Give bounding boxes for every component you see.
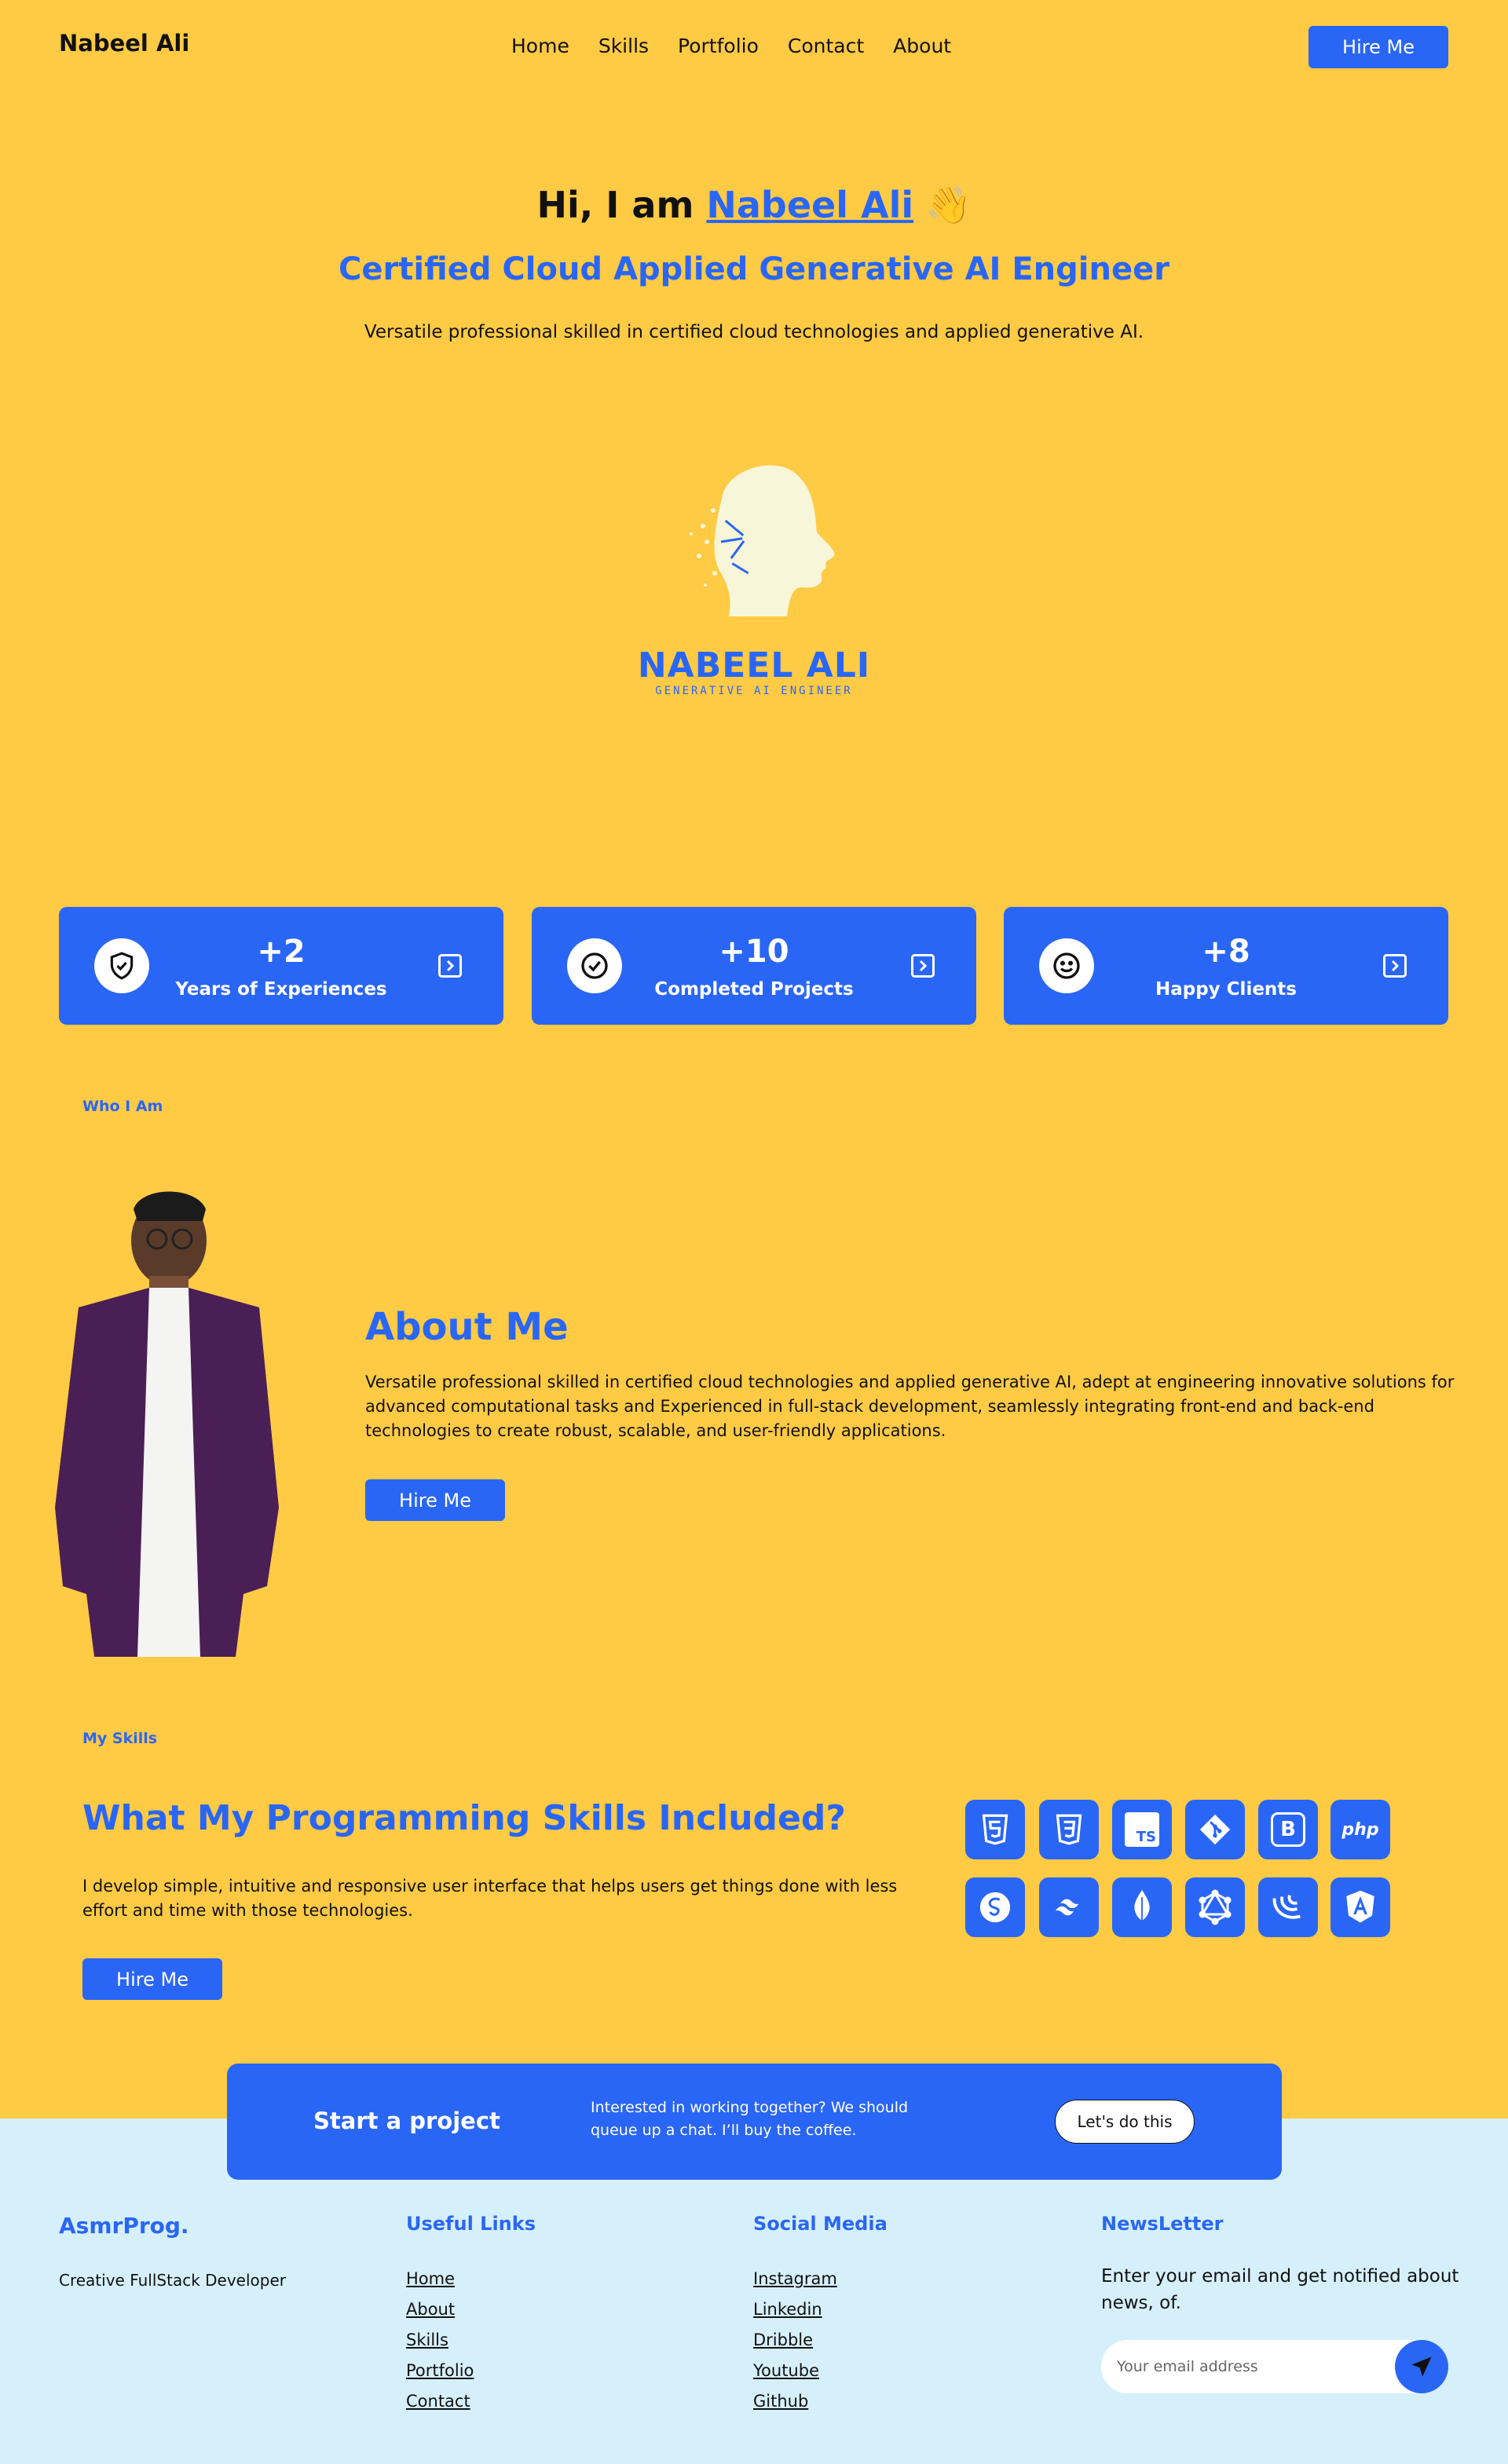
social-youtube[interactable]: Youtube [753, 2361, 819, 2380]
brand-name[interactable]: Nabeel Ali [59, 30, 189, 57]
stat-card-experience[interactable]: +2 Years of Experiences [59, 907, 503, 1025]
nav-skills[interactable]: Skills [598, 35, 649, 57]
graphql-icon[interactable] [1185, 1877, 1245, 1937]
about-text: Versatile professional skilled in certif… [365, 1373, 1455, 1440]
chevron-right-box-icon[interactable] [1381, 952, 1409, 980]
main-menu: Home Skills Portfolio Contact About [511, 35, 951, 57]
cta-button[interactable]: Let's do this [1055, 2100, 1195, 2144]
typescript-icon[interactable]: TS [1112, 1800, 1172, 1859]
chevron-right-box-icon[interactable] [436, 952, 464, 980]
footer-tagline: Creative FullStack Developer [59, 2271, 286, 2290]
chevron-right-box-icon[interactable] [909, 952, 937, 980]
stat-label: Years of Experiences [175, 979, 387, 1000]
social-linkedin[interactable]: Linkedin [753, 2300, 822, 2319]
stat-label: Completed Projects [654, 979, 854, 1000]
skills-tag: My Skills [82, 1730, 158, 1747]
html5-icon[interactable] [965, 1800, 1025, 1859]
stat-card-projects[interactable]: +10 Completed Projects [532, 907, 976, 1025]
social-github[interactable]: Github [753, 2392, 808, 2411]
skills-title: What My Programming Skills Included? [82, 1798, 846, 1838]
footer-link-home[interactable]: Home [406, 2269, 455, 2288]
about-title: About Me [365, 1305, 569, 1349]
cta-text: Interested in working together? We shoul… [591, 2099, 909, 2139]
nav-home[interactable]: Home [511, 35, 569, 57]
top-nav: Nabeel Ali Home Skills Portfolio Contact… [0, 0, 1508, 94]
about-tag: Who I Am [82, 1098, 163, 1115]
hero-description: Versatile professional skilled in certif… [364, 322, 1144, 342]
tailwind-icon[interactable] [1039, 1877, 1099, 1937]
greeting-text: Hi, I am [536, 184, 694, 226]
nav-about[interactable]: About [893, 35, 951, 57]
php-label: php [1341, 1819, 1379, 1840]
email-input[interactable] [1117, 2356, 1384, 2378]
mongodb-icon[interactable] [1112, 1877, 1172, 1937]
hero-name-link[interactable]: Nabeel Ali [706, 184, 913, 226]
nav-contact[interactable]: Contact [788, 35, 864, 57]
profile-photo [31, 1178, 298, 1657]
stat-card-clients[interactable]: +8 Happy Clients [1004, 907, 1448, 1025]
footer-link-about[interactable]: About [406, 2300, 455, 2319]
nav-portfolio[interactable]: Portfolio [678, 35, 759, 57]
nav-hire-button[interactable]: Hire Me [1309, 26, 1448, 68]
logo-subtitle: GENERATIVE AI ENGINEER [655, 685, 853, 697]
css3-icon[interactable] [1039, 1800, 1099, 1859]
bootstrap-label: B [1271, 1812, 1305, 1847]
hero-greeting: Hi, I am Nabeel Ali 👋 [0, 184, 1508, 227]
skills-hire-button[interactable]: Hire Me [82, 1958, 222, 2000]
footer-link-skills[interactable]: Skills [406, 2331, 448, 2349]
newsletter-title: NewsLetter [1101, 2213, 1224, 2235]
typescript-label: TS [1125, 1812, 1159, 1847]
hero-title: Certified Cloud Applied Generative AI En… [339, 251, 1169, 287]
paper-plane-icon [1411, 2356, 1432, 2377]
wave-icon: 👋 [926, 184, 972, 226]
logo-name: NABEEL ALI [637, 645, 871, 685]
stat-label: Happy Clients [1155, 979, 1297, 1000]
git-icon[interactable] [1185, 1800, 1245, 1859]
sass-icon[interactable] [965, 1877, 1025, 1937]
bootstrap-icon[interactable]: B [1258, 1800, 1318, 1859]
social-media-title: Social Media [753, 2213, 888, 2235]
send-button[interactable] [1395, 2340, 1448, 2393]
newsletter-form [1101, 2340, 1448, 2393]
newsletter-text: Enter your email and get notified about … [1101, 2266, 1459, 2313]
about-hire-button[interactable]: Hire Me [365, 1479, 505, 1521]
angular-icon[interactable] [1330, 1877, 1390, 1937]
footer-link-contact[interactable]: Contact [406, 2392, 470, 2411]
footer-link-portfolio[interactable]: Portfolio [406, 2361, 474, 2380]
social-instagram[interactable]: Instagram [753, 2269, 837, 2288]
footer-brand[interactable]: AsmrProg. [59, 2213, 189, 2239]
social-dribble[interactable]: Dribble [753, 2331, 813, 2349]
cta-title: Start a project [313, 2108, 500, 2134]
nabeel-ali-logo: NABEEL ALI GENERATIVE AI ENGINEER [628, 455, 880, 707]
php-icon[interactable]: php [1330, 1800, 1390, 1859]
cta-banner: Start a project Interested in working to… [227, 2064, 1282, 2180]
ai-head-icon [690, 465, 835, 616]
skills-text: I develop simple, intuitive and responsi… [82, 1877, 898, 1920]
useful-links-title: Useful Links [406, 2213, 536, 2235]
jquery-icon[interactable] [1258, 1877, 1318, 1937]
